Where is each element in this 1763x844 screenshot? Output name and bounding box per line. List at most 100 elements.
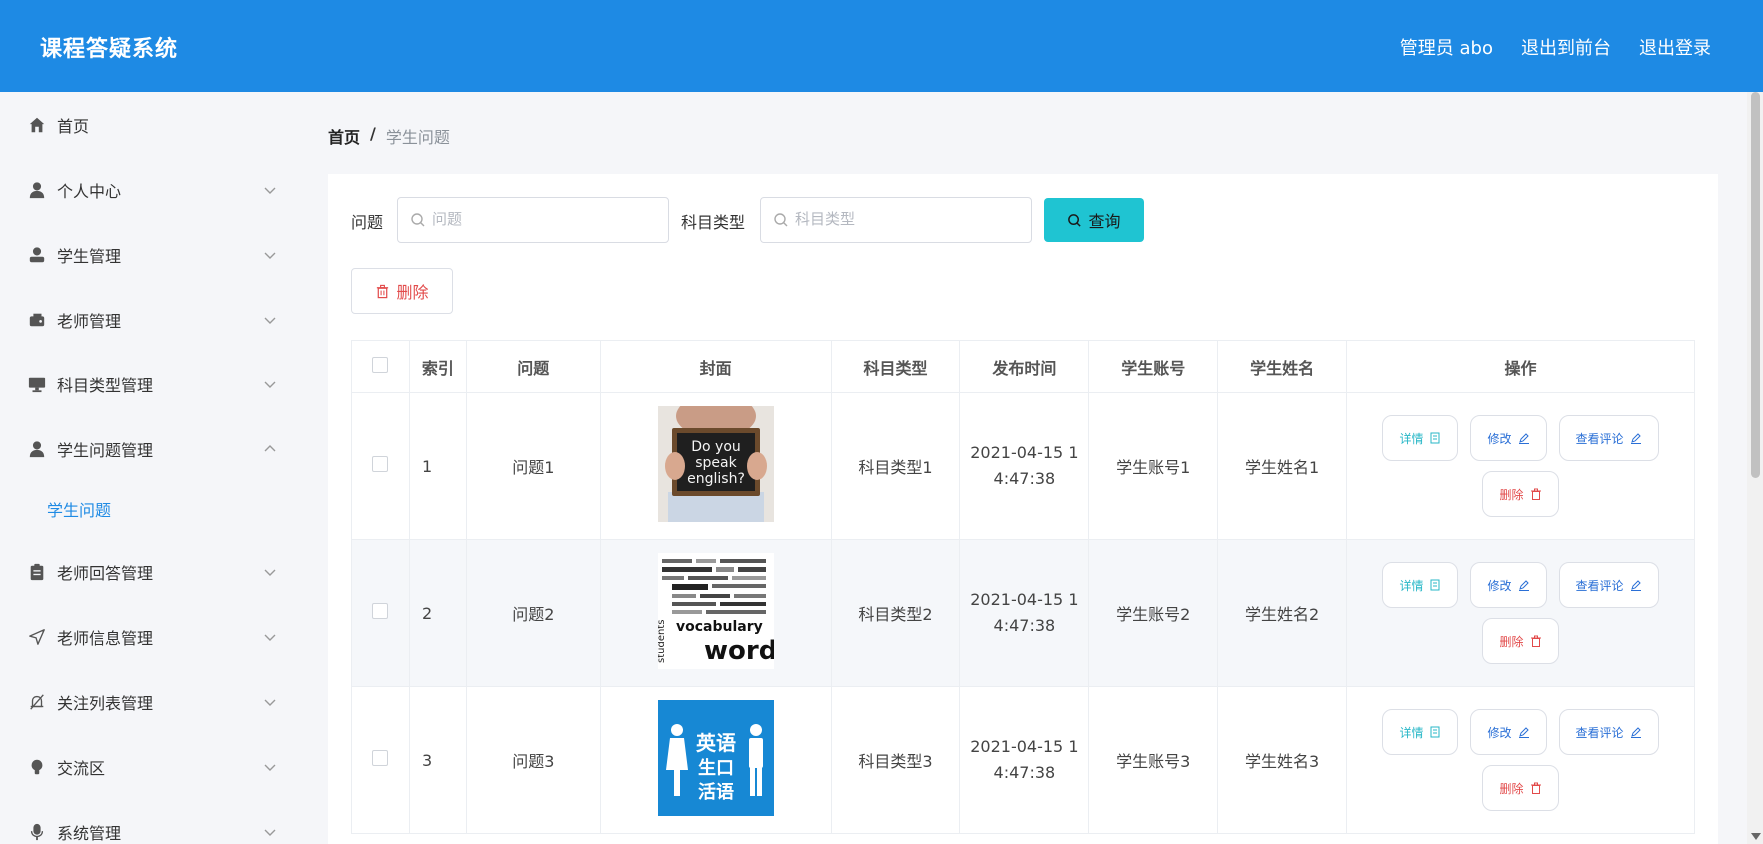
query-button-label: 查询 (1088, 212, 1121, 231)
row-select-cell (351, 539, 410, 687)
table-row: 1 问题1 Do you speak english? 科目类型1 2021-0… (351, 392, 1695, 540)
row-checkbox[interactable] (372, 456, 389, 472)
chevron-down-icon (264, 317, 276, 324)
detail-button[interactable]: 详情 (1382, 562, 1459, 608)
question-cell: 问题2 (465, 539, 601, 687)
logout-link[interactable]: 退出登录 (1639, 34, 1711, 60)
pencil-icon (1630, 727, 1641, 738)
sidebar-item-home[interactable]: 首页 (0, 105, 300, 145)
cover-text: students (658, 620, 667, 663)
row-checkbox[interactable] (372, 750, 389, 766)
subject-search-input[interactable] (795, 210, 1015, 228)
breadcrumb-home[interactable]: 首页 (328, 124, 360, 148)
question-search-field[interactable] (397, 197, 669, 243)
sidebar-item-subject-mgmt[interactable]: 科目类型管理 (0, 364, 300, 404)
index-cell: 3 (408, 686, 467, 834)
sidebar-subitem-label: 学生问题 (47, 501, 112, 520)
detail-button[interactable]: 详情 (1382, 709, 1459, 755)
search-icon (1068, 213, 1082, 227)
trash-icon (1530, 782, 1541, 794)
column-header: 问题 (465, 340, 601, 393)
edit-button[interactable]: 修改 (1470, 415, 1547, 461)
sidebar-item-label: 交流区 (57, 759, 106, 778)
search-icon (411, 213, 425, 227)
sidebar-item-label: 老师管理 (57, 312, 122, 331)
scroll-down-arrow-icon[interactable] (1751, 833, 1761, 840)
sidebar-item-system-mgmt[interactable]: 系统管理 (0, 812, 300, 844)
publish-time-line: 4:47:38 (993, 469, 1056, 488)
search-icon (774, 213, 788, 227)
admin-user-link[interactable]: 管理员 abo (1400, 34, 1493, 60)
view-comments-button[interactable]: 查看评论 (1558, 415, 1659, 461)
sidebar-item-teacher-info[interactable]: 老师信息管理 (0, 617, 300, 657)
sidebar-item-label: 个人中心 (57, 182, 122, 201)
cover-cell: students vocabulary words (599, 539, 832, 687)
chevron-down-icon (264, 764, 276, 771)
question-search-input[interactable] (432, 210, 652, 228)
breadcrumb-current: 学生问题 (385, 128, 450, 147)
view-comments-button[interactable]: 查看评论 (1558, 709, 1659, 755)
question-cell: 问题3 (465, 686, 601, 834)
pencil-icon (1518, 727, 1529, 738)
breadcrumb: 首页 / 学生问题 (328, 124, 450, 148)
column-header: 索引 (408, 340, 467, 393)
student-icon (27, 245, 47, 265)
sidebar-item-student-mgmt[interactable]: 学生管理 (0, 235, 300, 275)
exit-to-front-link[interactable]: 退出到前台 (1521, 34, 1611, 60)
cover-image: Do you speak english? (657, 406, 774, 522)
edit-button[interactable]: 修改 (1470, 562, 1547, 608)
index-cell: 2 (408, 539, 467, 687)
student-name-cell: 学生姓名1 (1217, 392, 1348, 540)
row-delete-button[interactable]: 删除 (1482, 765, 1559, 811)
send-icon (27, 627, 47, 647)
sidebar: 首页 个人中心 学生管理 老师管理 科目类型管理 学生问题管理 学生问题 老师回… (0, 92, 300, 844)
select-all-cell (351, 340, 410, 393)
cover-cell: 英语 生口 活语 (599, 686, 832, 834)
student-name-cell: 学生姓名3 (1217, 686, 1348, 834)
pencil-icon (1630, 580, 1641, 591)
sidebar-item-teacher-mgmt[interactable]: 老师管理 (0, 300, 300, 340)
publish-time-line: 2021-04-15 1 (970, 737, 1079, 756)
sidebar-item-question-mgmt[interactable]: 学生问题管理 (0, 429, 300, 469)
subject-cell: 科目类型2 (830, 539, 961, 687)
column-header: 发布时间 (959, 340, 1090, 393)
detail-button[interactable]: 详情 (1382, 415, 1459, 461)
publish-time-cell: 2021-04-15 1 4:47:38 (959, 686, 1090, 834)
column-header: 学生账号 (1088, 340, 1219, 393)
subject-cell: 科目类型3 (830, 686, 961, 834)
cover-image: 英语 生口 活语 (657, 700, 774, 816)
subject-cell: 科目类型1 (830, 392, 961, 540)
sidebar-item-label: 老师回答管理 (57, 564, 154, 583)
query-button[interactable]: 查询 (1044, 198, 1144, 242)
row-delete-button[interactable]: 删除 (1482, 618, 1559, 664)
scrollbar-thumb[interactable] (1751, 92, 1760, 478)
edit-label: 修改 (1487, 578, 1512, 593)
sidebar-item-label: 老师信息管理 (57, 629, 154, 648)
subject-search-field[interactable] (760, 197, 1032, 243)
select-all-checkbox[interactable] (372, 356, 389, 373)
cover-text: words (704, 636, 774, 666)
sidebar-item-forum[interactable]: 交流区 (0, 747, 300, 787)
view-comments-button[interactable]: 查看评论 (1558, 562, 1659, 608)
row-select-cell (351, 686, 410, 834)
view-comments-label: 查看评论 (1575, 431, 1624, 446)
trash-icon (377, 284, 389, 298)
sidebar-subitem-student-questions[interactable]: 学生问题 (0, 489, 300, 529)
sidebar-item-answer-mgmt[interactable]: 老师回答管理 (0, 552, 300, 592)
page-scrollbar[interactable] (1747, 92, 1763, 844)
column-header: 操作 (1346, 340, 1695, 393)
bulk-delete-button[interactable]: 删除 (351, 268, 453, 314)
trash-icon (1530, 488, 1541, 500)
user-icon (27, 180, 47, 200)
edit-button[interactable]: 修改 (1470, 709, 1547, 755)
sidebar-item-follow-list[interactable]: 关注列表管理 (0, 682, 300, 722)
chevron-down-icon (264, 381, 276, 388)
sidebar-item-label: 关注列表管理 (57, 694, 154, 713)
row-checkbox[interactable] (372, 603, 389, 619)
student-account-cell: 学生账号3 (1088, 686, 1219, 834)
publish-time-line: 4:47:38 (993, 616, 1056, 635)
chevron-down-icon (264, 252, 276, 259)
row-delete-button[interactable]: 删除 (1482, 471, 1559, 517)
cover-image: students vocabulary words (657, 553, 774, 669)
sidebar-item-personal-center[interactable]: 个人中心 (0, 170, 300, 210)
